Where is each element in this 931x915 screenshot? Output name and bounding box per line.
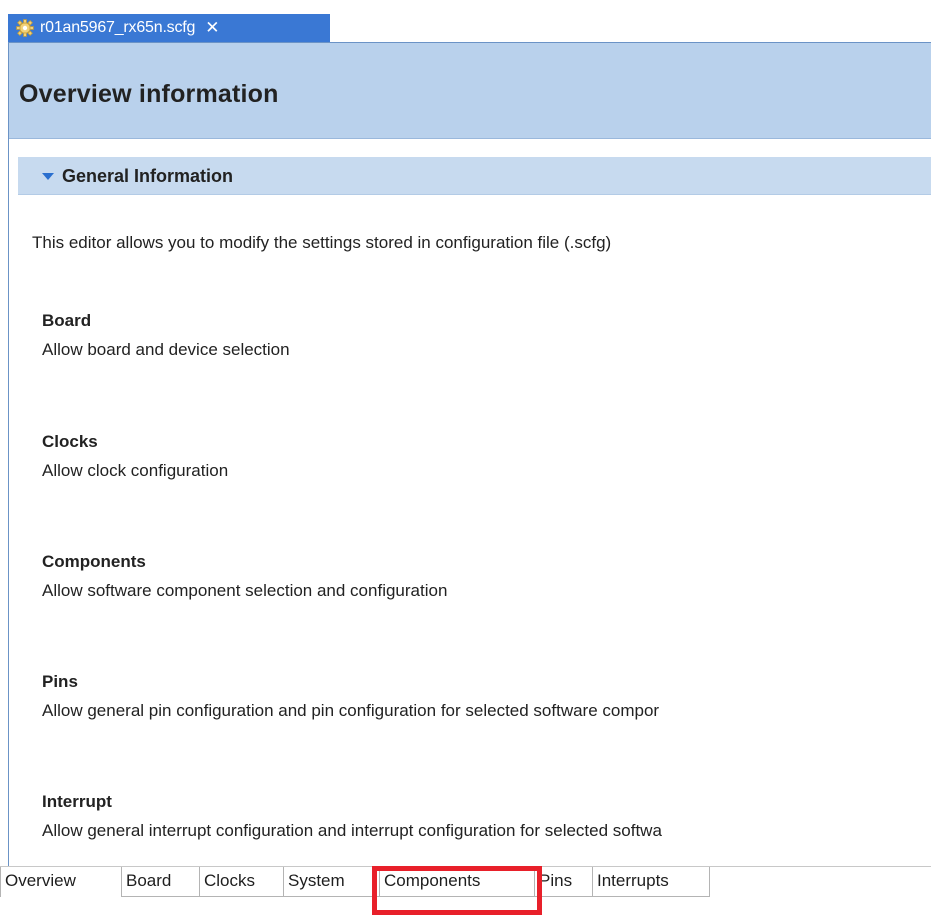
clocks-description: Allow clock configuration bbox=[42, 461, 229, 480]
tab-system[interactable]: System bbox=[284, 867, 380, 897]
editor-tab-title: r01an5967_rx65n.scfg bbox=[40, 19, 196, 36]
clocks-title: Clocks bbox=[42, 432, 98, 451]
page-tab-bar: Overview Board Clocks System Components … bbox=[0, 866, 931, 915]
tab-pins[interactable]: Pins bbox=[535, 867, 593, 897]
editor-frame: Overview information General Information… bbox=[8, 42, 931, 915]
general-information-section-header[interactable]: General Information bbox=[18, 157, 931, 195]
tab-board[interactable]: Board bbox=[122, 867, 200, 897]
components-description: Allow software component selection and c… bbox=[42, 581, 448, 600]
tab-interrupts[interactable]: Interrupts bbox=[593, 867, 710, 897]
close-icon[interactable]: ✕ bbox=[205, 18, 219, 38]
tab-components[interactable]: Components bbox=[380, 867, 535, 897]
board-description: Allow board and device selection bbox=[42, 340, 290, 359]
editor-tab[interactable]: r01an5967_rx65n.scfg ✕ bbox=[8, 14, 330, 42]
header-band: Overview information bbox=[9, 43, 931, 139]
chevron-down-icon[interactable] bbox=[42, 173, 54, 180]
components-title: Components bbox=[42, 552, 146, 571]
pins-description: Allow general pin configuration and pin … bbox=[42, 701, 660, 720]
interrupt-title: Interrupt bbox=[42, 792, 112, 811]
section-title: General Information bbox=[62, 166, 234, 186]
board-title: Board bbox=[42, 311, 92, 330]
interrupt-description: Allow general interrupt configuration an… bbox=[42, 821, 662, 840]
tab-overview[interactable]: Overview bbox=[0, 867, 122, 897]
tab-clocks[interactable]: Clocks bbox=[200, 867, 284, 897]
intro-text: This editor allows you to modify the set… bbox=[32, 233, 612, 252]
editor-tab-strip: r01an5967_rx65n.scfg ✕ bbox=[0, 0, 931, 42]
pins-title: Pins bbox=[42, 672, 78, 691]
page-title: Overview information bbox=[19, 80, 279, 108]
gear-icon bbox=[16, 19, 34, 37]
